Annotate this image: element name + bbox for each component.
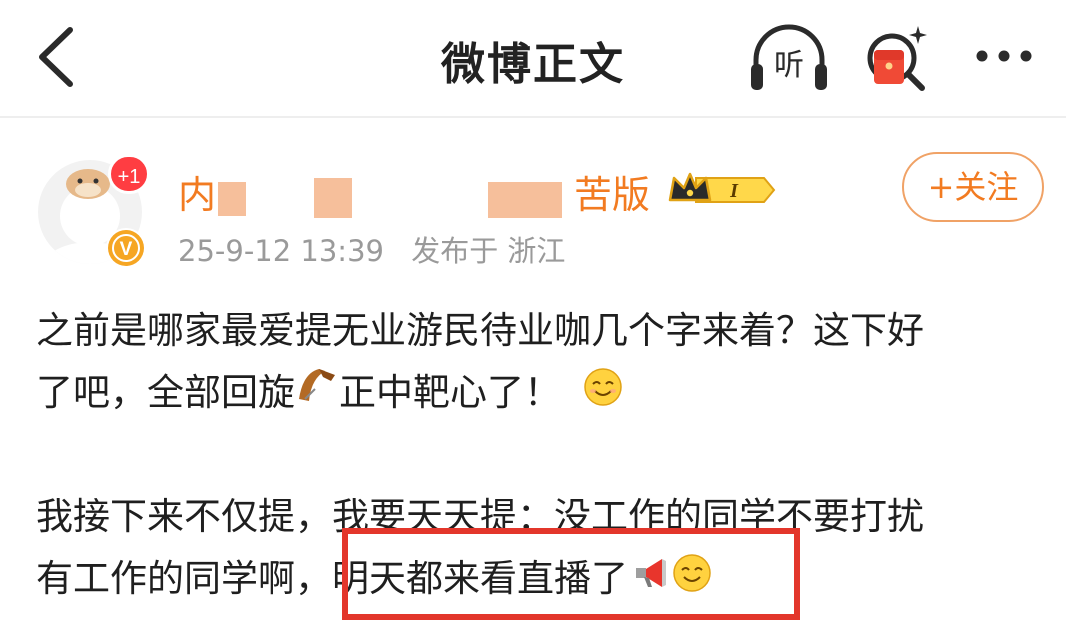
post-line-2-part-b: 正中靶心了！ (339, 371, 561, 414)
post-line-2: 了吧，全部回旋 正中靶心了！ (36, 362, 623, 426)
follow-button[interactable]: +关注 (902, 152, 1044, 222)
boomerang-emoji (295, 363, 339, 426)
post-line-2-part-a: 了吧，全部回旋 (36, 371, 295, 414)
member-level: I (729, 180, 739, 202)
search-redpacket-icon (867, 26, 927, 91)
more-dots-icon (976, 50, 1032, 62)
post-line-1: 之前是哪家最爱提无业游民待业咖几个字来着？这下好 (36, 309, 924, 352)
verified-badge: V (106, 228, 146, 268)
author-name-end: 苦版 (574, 173, 651, 217)
smile-emoji (583, 364, 623, 426)
listen-button[interactable]: 听 (748, 22, 830, 94)
highlight-box (342, 528, 800, 620)
post-location: 发布于 浙江 (411, 234, 566, 268)
verified-mark: V (120, 239, 133, 260)
crown-icon: I (668, 172, 776, 203)
verified-icon: V (108, 230, 144, 266)
top-bar: 微博正文 听 (0, 0, 1066, 118)
post-meta: 25-9-12 13:39 发布于 浙江 (178, 228, 583, 270)
author-name-start: 内 (178, 173, 217, 217)
post-line-4-part-a: 有工作的同学啊， (36, 557, 332, 600)
unread-badge: +1 (108, 154, 150, 194)
listen-label: 听 (774, 48, 804, 83)
name-redaction (314, 178, 352, 218)
member-crown-badge[interactable]: I (666, 166, 776, 214)
post-date: 25-9-12 13:39 (178, 234, 384, 268)
name-redaction (488, 182, 562, 218)
more-button[interactable] (972, 30, 1036, 82)
name-redaction (218, 182, 246, 216)
search-redpacket-button[interactable] (862, 20, 938, 96)
